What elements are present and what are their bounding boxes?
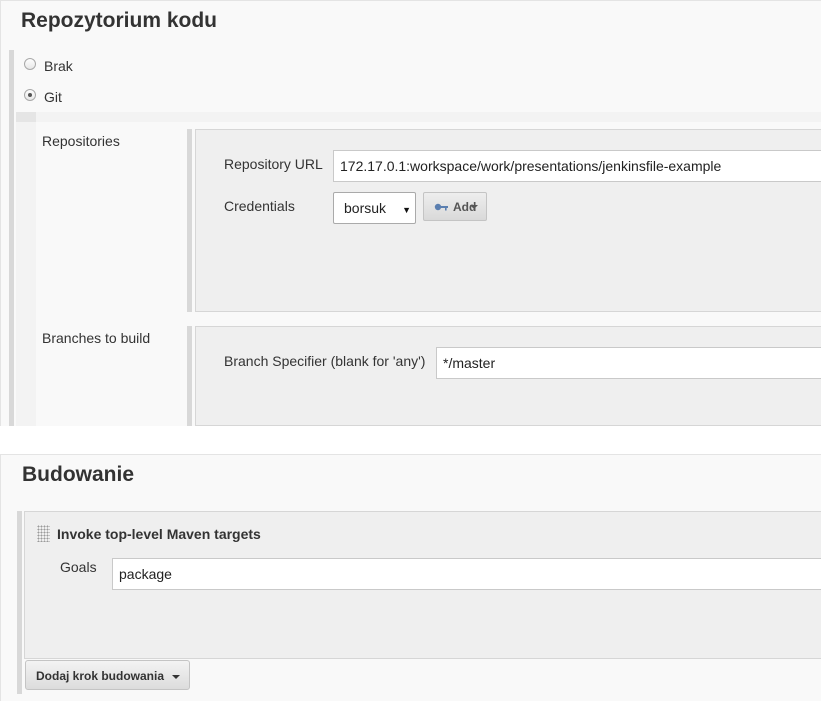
scm-radio-git-label[interactable]: Git [44,89,62,105]
repositories-label: Repositories [42,133,120,149]
key-icon [434,203,448,211]
drag-handle-icon[interactable] [37,525,50,542]
git-config-block-corner [16,112,36,122]
scm-radio-none[interactable] [24,58,36,70]
maven-step-title: Invoke top-level Maven targets [57,526,261,542]
credentials-select-value: borsuk [344,200,387,216]
add-build-step-button-label: Dodaj krok budowania [36,669,165,683]
branches-to-build-label: Branches to build [42,330,151,346]
caret-down-icon [470,205,478,209]
repository-url-input[interactable]: 172.17.0.1:workspace/work/presentations/… [333,150,821,182]
add-credentials-button[interactable]: Add [423,192,487,221]
branch-specifier-label: Branch Specifier (blank for 'any') [224,353,426,369]
scm-radio-none-label[interactable]: Brak [44,58,73,74]
branch-specifier-input[interactable]: */master [436,347,821,379]
build-section-title: Budowanie [22,463,135,486]
credentials-label: Credentials [224,198,295,214]
add-build-step-button[interactable]: Dodaj krok budowania [25,660,190,690]
caret-down-icon [172,675,180,679]
goals-input[interactable]: package [112,558,821,590]
branches-bar [187,326,192,426]
repositories-bar [187,129,192,312]
build-steps-bar [17,511,22,694]
credentials-select[interactable]: borsuk ▼ [333,192,416,224]
select-arrow-icon: ▼ [402,205,411,215]
scm-radio-git[interactable] [24,89,36,101]
repository-url-label: Repository URL [224,156,323,172]
goals-label: Goals [60,559,97,575]
scm-section-title: Repozytorium kodu [21,9,218,32]
scm-radio-block-bar [9,50,14,426]
